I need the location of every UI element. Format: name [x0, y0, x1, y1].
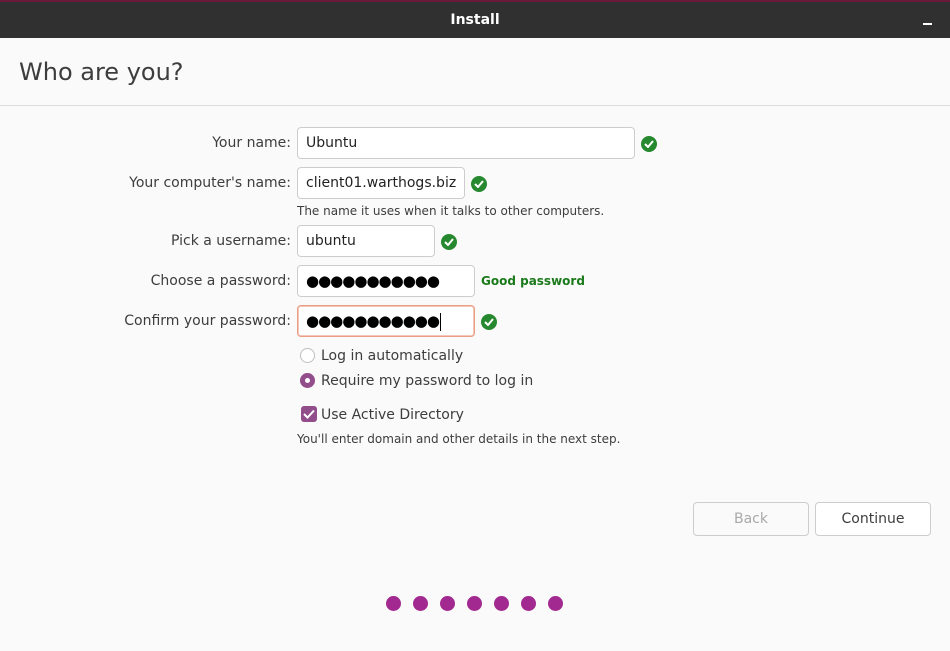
progress-dot — [521, 596, 536, 611]
text-caret — [439, 312, 441, 331]
progress-dot — [467, 596, 482, 611]
computer-name-hint: The name it uses when it talks to other … — [297, 204, 605, 218]
radio-label: Log in automatically — [321, 348, 464, 364]
radio-label: Require my password to log in — [321, 373, 534, 389]
your-name-input[interactable]: Ubuntu — [297, 127, 635, 159]
back-button[interactable]: Back — [693, 502, 809, 536]
computer-name-input[interactable]: client01.warthogs.biz — [297, 167, 465, 199]
progress-dot — [440, 596, 455, 611]
page-title: Who are you? — [19, 58, 184, 86]
radio-button[interactable] — [300, 348, 315, 363]
check-icon — [441, 234, 457, 250]
title-bar: Install — [0, 0, 950, 38]
continue-button[interactable]: Continue — [815, 502, 931, 536]
progress-dot — [413, 596, 428, 611]
active-directory-hint: You'll enter domain and other details in… — [297, 432, 621, 446]
progress-dot — [494, 596, 509, 611]
checkbox-label: Use Active Directory — [321, 407, 464, 423]
confirm-password-input[interactable]: ●●●●●●●●●●● — [297, 305, 475, 337]
your-name-label: Your name: — [212, 135, 291, 151]
confirm-password-label: Confirm your password: — [124, 313, 291, 329]
computer-name-label: Your computer's name: — [129, 175, 291, 191]
minimize-button[interactable] — [918, 10, 940, 32]
progress-dot — [386, 596, 401, 611]
progress-dot — [548, 596, 563, 611]
radio-button[interactable] — [300, 373, 315, 388]
check-icon — [481, 314, 497, 330]
minimize-icon — [923, 23, 932, 25]
checkbox-checked-icon[interactable] — [301, 406, 317, 422]
password-input[interactable]: ●●●●●●●●●●● — [297, 265, 475, 297]
check-icon — [641, 136, 657, 152]
window-title: Install — [450, 12, 500, 28]
username-input[interactable]: ubuntu — [297, 225, 435, 257]
page-header: Who are you? — [0, 38, 950, 106]
password-strength: Good password — [481, 274, 585, 288]
password-label: Choose a password: — [150, 273, 291, 289]
check-icon — [471, 176, 487, 192]
confirm-password-value: ●●●●●●●●●●● — [306, 312, 440, 330]
username-label: Pick a username: — [170, 233, 291, 249]
